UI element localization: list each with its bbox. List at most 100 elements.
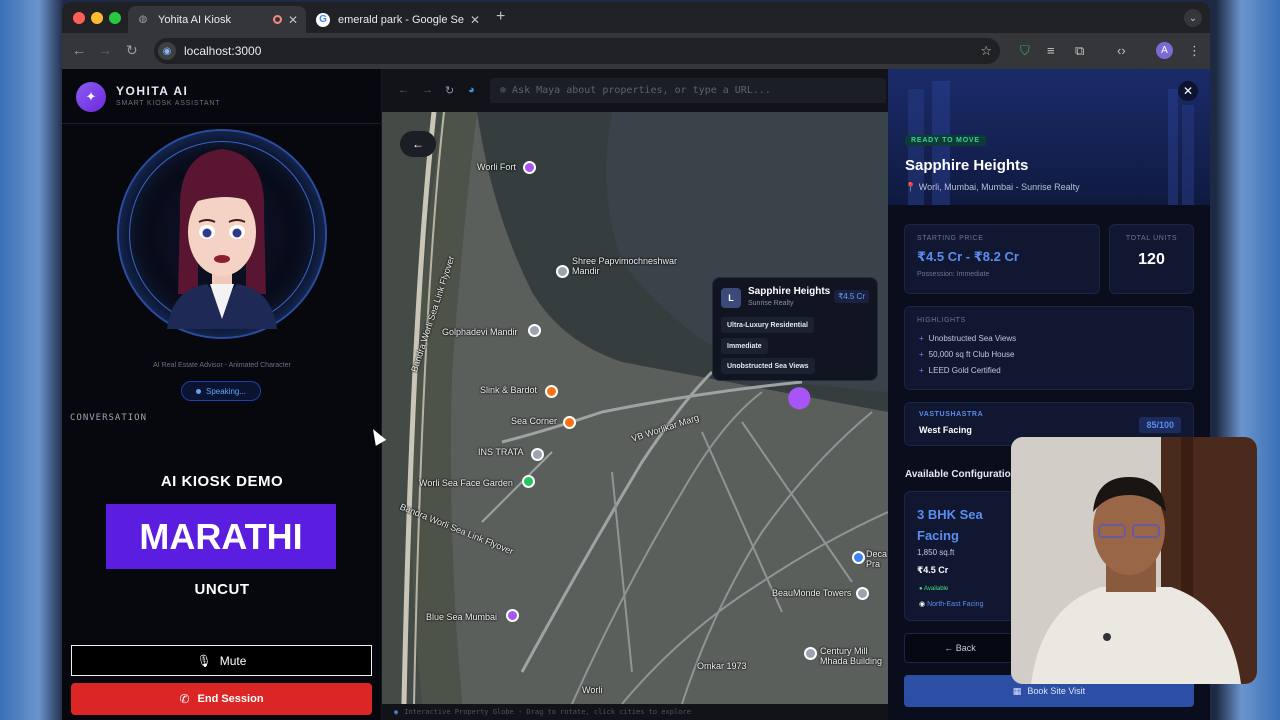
config-facing: ◉ North-East Facing: [919, 600, 983, 608]
property-popup-price: ₹4.5 Cr: [834, 290, 869, 303]
close-icon: ✕: [1182, 84, 1194, 98]
forward-arrow-icon[interactable]: →: [98, 42, 112, 58]
pin-ins-trata[interactable]: [531, 448, 544, 461]
close-window-button[interactable]: [73, 12, 85, 24]
ask-maya-placeholder: Ask Maya about properties, or type a URL…: [512, 85, 771, 96]
label-worli: Worli: [582, 685, 603, 695]
highlight-text: LEED Gold Certified: [928, 366, 1001, 375]
label-golphadevi: Golphadevi Mandir: [442, 327, 518, 337]
new-tab-icon[interactable]: +: [496, 8, 505, 26]
back-button[interactable]: ← Back: [904, 633, 1016, 663]
end-session-label: End Session: [197, 693, 264, 705]
starting-price-card: STARTING PRICE ₹4.5 Cr - ₹8.2 Cr Possess…: [904, 224, 1100, 294]
demo-title: AI KIOSK DEMO: [160, 473, 284, 490]
property-location: 📍 Worli, Mumbai, Mumbai - Sunrise Realty: [905, 182, 1080, 193]
close-tab-icon[interactable]: ✕: [470, 13, 480, 27]
pin-blue-sea[interactable]: [506, 609, 519, 622]
available-configurations-title: Available Configurations: [905, 469, 1023, 480]
tab-yohita[interactable]: ◍ Yohita AI Kiosk ✕: [128, 6, 306, 33]
map-reload-icon[interactable]: ↻: [445, 84, 454, 97]
property-popup-name: Sapphire Heights: [748, 286, 831, 297]
label-worli-sea-face: Worli Sea Face Garden: [419, 478, 513, 488]
map-back-arrow-icon[interactable]: ←: [398, 84, 409, 96]
plus-icon: +: [919, 334, 924, 343]
config-area: 1,850 sq.ft: [917, 548, 955, 557]
maximize-window-button[interactable]: [109, 12, 121, 24]
highlight-item: + LEED Gold Certified: [919, 366, 1001, 375]
pin-deca[interactable]: [852, 551, 865, 564]
status-dot-icon: [195, 388, 201, 394]
pin-slink-bardot[interactable]: [545, 385, 558, 398]
label-slink-bardot: Slink & Bardot: [480, 385, 538, 395]
demo-language-banner: MARATHI: [106, 504, 336, 569]
starting-price-label: STARTING PRICE: [917, 235, 984, 242]
info-icon: ◉: [394, 708, 399, 716]
property-initial-icon: L: [721, 288, 741, 308]
tab-strip: ◍ Yohita AI Kiosk ✕ G emerald park - Goo…: [62, 2, 1210, 33]
status-text: Speaking...: [205, 386, 247, 396]
highlight-text: 50,000 sq ft Club House: [928, 350, 1015, 359]
book-site-visit-label: Book Site Visit: [1027, 686, 1086, 696]
possession-text: Possession: Immediate: [917, 271, 990, 278]
compass-icon: ◉: [919, 601, 926, 608]
property-popup-developer: Sunrise Realty: [748, 300, 794, 307]
tab-title: emerald park - Google Search: [338, 13, 464, 26]
label-shree-mandir: Shree Papvimochneshwar Mandir: [572, 256, 678, 276]
profile-avatar[interactable]: A: [1156, 42, 1173, 59]
list-icon[interactable]: ≡: [1047, 43, 1055, 58]
property-tag: Immediate: [721, 338, 768, 354]
vastu-value: West Facing: [919, 425, 972, 435]
shield-icon[interactable]: ⛉: [1020, 43, 1030, 59]
map-back-button[interactable]: ←: [400, 131, 436, 157]
sparkle-icon: ✦: [76, 82, 106, 112]
pin-worli-fort[interactable]: [523, 161, 536, 174]
code-icon[interactable]: ‹›: [1117, 43, 1126, 58]
bookmark-star-icon[interactable]: ☆: [980, 43, 992, 59]
assistant-panel: ✦ YOHITA AI SMART KIOSK ASSISTANT AI Rea…: [62, 69, 382, 720]
property-popup-card[interactable]: L Sapphire Heights Sunrise Realty ₹4.5 C…: [712, 277, 878, 381]
reload-icon[interactable]: ↻: [126, 42, 138, 59]
close-panel-button[interactable]: ✕: [1178, 81, 1198, 101]
plus-icon: +: [919, 350, 924, 359]
label-blue-sea: Blue Sea Mumbai: [426, 612, 498, 622]
map-toolbar: ← → ↻ ◕ ⊕ Ask Maya about properties, or …: [382, 69, 888, 112]
highlights-label: HIGHLIGHTS: [917, 317, 966, 324]
extensions-icon[interactable]: ⧉: [1075, 43, 1084, 59]
back-arrow-icon[interactable]: ←: [72, 42, 86, 58]
label-deca: Deca Pra: [866, 549, 888, 569]
label-omkar: Omkar 1973: [697, 661, 747, 671]
google-icon: G: [316, 12, 330, 27]
recording-icon: [272, 15, 282, 24]
more-vert-icon[interactable]: ⋮: [1188, 43, 1201, 59]
config-price: ₹4.5 Cr: [917, 565, 949, 575]
site-info-icon[interactable]: ◉: [158, 42, 176, 60]
minimize-window-button[interactable]: [91, 12, 103, 24]
pin-shree-mandir[interactable]: [556, 265, 569, 278]
end-session-button[interactable]: ✆ End Session: [71, 683, 372, 715]
pin-worli-sea-face[interactable]: [522, 475, 535, 488]
pin-golphadevi[interactable]: [528, 324, 541, 337]
tab-google[interactable]: G emerald park - Google Search ✕: [308, 6, 488, 33]
globe-search-icon: ⊕: [500, 85, 507, 96]
ask-maya-input[interactable]: ⊕ Ask Maya about properties, or type a U…: [490, 78, 886, 103]
highlight-text: Unobstructed Sea Views: [928, 334, 1017, 343]
map-forward-arrow-icon[interactable]: →: [422, 84, 433, 96]
address-bar[interactable]: ◉ localhost:3000 ☆: [154, 38, 1000, 64]
property-pin-icon[interactable]: ⬤: [787, 384, 812, 410]
globe-icon: ◍: [138, 14, 148, 25]
total-units-label: TOTAL UNITS: [1125, 235, 1178, 242]
map-globe-icon[interactable]: ◕: [468, 84, 475, 96]
pin-century-mill[interactable]: [804, 647, 817, 660]
pin-sea-corner[interactable]: [563, 416, 576, 429]
pin-beaumonde[interactable]: [856, 587, 869, 600]
mute-button[interactable]: 🎙 Mute: [71, 645, 372, 676]
chevron-down-icon[interactable]: ⌄: [1184, 9, 1202, 27]
demo-subtitle: UNCUT: [194, 581, 250, 598]
property-name: Sapphire Heights: [905, 157, 1029, 174]
starting-price-value: ₹4.5 Cr - ₹8.2 Cr: [917, 249, 1019, 264]
map-view[interactable]: ← → ↻ ◕ ⊕ Ask Maya about properties, or …: [382, 69, 888, 720]
configuration-card[interactable]: 3 BHK Sea Facing 1,850 sq.ft ₹4.5 Cr ● A…: [904, 491, 1024, 621]
location-text: Worli, Mumbai, Mumbai - Sunrise Realty: [918, 182, 1080, 192]
close-tab-icon[interactable]: ✕: [288, 13, 298, 27]
highlights-card: HIGHLIGHTS + Unobstructed Sea Views +50,0…: [904, 306, 1194, 390]
